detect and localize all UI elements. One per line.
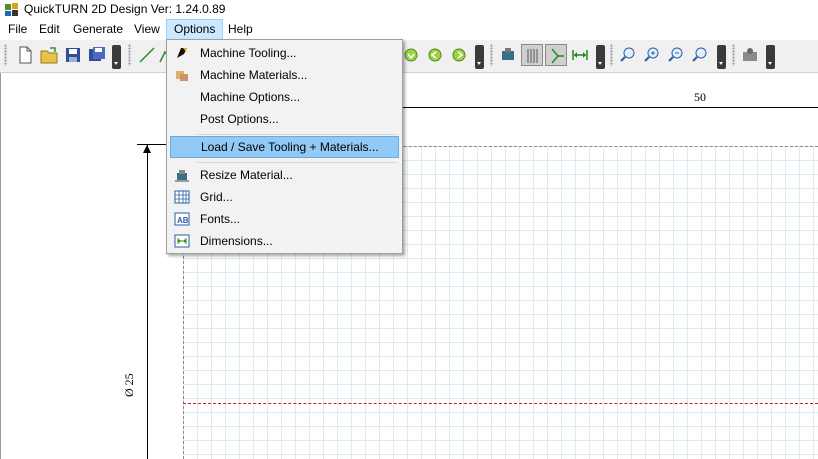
zoom-in-icon[interactable] (665, 44, 687, 66)
menu-options[interactable]: Options (166, 19, 224, 40)
length-dimension-label: 50 (694, 90, 706, 104)
dimension-arrow-icon (143, 145, 151, 153)
menu-edit[interactable]: Edit (32, 19, 67, 40)
title-bar: QuickTURN 2D Design Ver: 1.24.0.89 (0, 0, 818, 19)
toolbar-overflow-button[interactable] (766, 45, 775, 69)
menu-bar: File Edit Generate View Options Help (0, 19, 818, 40)
grid-toggle-icon[interactable] (521, 44, 543, 66)
menu-item-load-save-tooling-materials[interactable]: Load / Save Tooling + Materials... (170, 136, 399, 158)
open-folder-icon[interactable] (38, 44, 60, 66)
options-menu-dropdown: Machine Tooling... Machine Materials... … (166, 39, 403, 254)
arrow-down-icon[interactable] (400, 44, 422, 66)
length-dimension-line (358, 107, 818, 108)
menu-item-machine-tooling[interactable]: Machine Tooling... (169, 42, 400, 64)
zoom-window-icon[interactable] (617, 44, 639, 66)
fonts-icon: AB (174, 212, 190, 226)
user-icon[interactable] (739, 44, 761, 66)
window-title: QuickTURN 2D Design Ver: 1.24.0.89 (24, 2, 226, 16)
toolbar-overflow-button[interactable] (475, 45, 484, 69)
menu-item-fonts[interactable]: AB Fonts... (169, 208, 400, 230)
arrow-right-icon[interactable] (448, 44, 470, 66)
menu-item-machine-options[interactable]: Machine Options... (169, 86, 400, 108)
menu-separator (197, 162, 397, 163)
arrow-left-icon[interactable] (424, 44, 446, 66)
zoom-out-icon[interactable] (689, 44, 711, 66)
materials-icon (176, 71, 188, 81)
save-all-icon[interactable] (86, 44, 108, 66)
app-logo-icon (5, 3, 18, 16)
toolbar-grip[interactable] (732, 44, 735, 66)
snap-toggle-icon[interactable] (545, 44, 567, 66)
menu-file[interactable]: File (1, 19, 34, 40)
menu-separator (197, 134, 397, 135)
tool-holder-icon (177, 48, 187, 58)
machine-view-icon[interactable] (497, 44, 519, 66)
toolbar (0, 40, 818, 73)
menu-item-post-options[interactable]: Post Options... (169, 108, 400, 130)
menu-help[interactable]: Help (221, 19, 260, 40)
toolbar-overflow-button[interactable] (596, 45, 605, 69)
toolbar-grip[interactable] (490, 44, 493, 66)
toolbar-grip[interactable] (610, 44, 613, 66)
menu-view[interactable]: View (127, 19, 167, 40)
part-centerline (183, 403, 818, 404)
svg-text:AB: AB (177, 216, 189, 225)
line-tool-icon[interactable] (136, 44, 158, 66)
resize-material-icon (175, 170, 189, 182)
diameter-dimension-line (147, 145, 148, 459)
diameter-dimension-label: Ø 25 (122, 373, 136, 397)
menu-item-resize-material[interactable]: Resize Material... (169, 164, 400, 186)
save-icon[interactable] (62, 44, 84, 66)
grid-icon (174, 190, 190, 204)
toolbar-overflow-button[interactable] (112, 45, 121, 69)
menu-item-grid[interactable]: Grid... (169, 186, 400, 208)
menu-item-dimensions[interactable]: Dimensions... (169, 230, 400, 252)
zoom-extents-icon[interactable] (641, 44, 663, 66)
menu-generate[interactable]: Generate (66, 19, 130, 40)
toolbar-grip[interactable] (128, 44, 131, 66)
dimension-tool-icon[interactable] (569, 44, 591, 66)
new-file-icon[interactable] (14, 44, 36, 66)
toolbar-grip[interactable] (4, 44, 7, 66)
menu-item-machine-materials[interactable]: Machine Materials... (169, 64, 400, 86)
dimensions-icon (174, 234, 190, 248)
toolbar-overflow-button[interactable] (717, 45, 726, 69)
